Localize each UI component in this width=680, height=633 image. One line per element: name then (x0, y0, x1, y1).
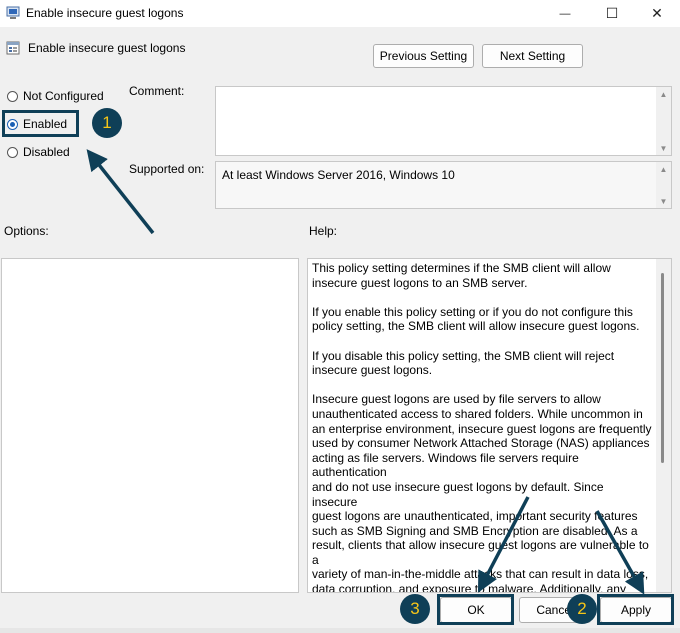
annotation-arrows (86, 149, 645, 595)
arrow-to-enabled (86, 149, 155, 235)
arrow-to-ok (477, 496, 530, 593)
arrow-to-apply (595, 510, 645, 595)
